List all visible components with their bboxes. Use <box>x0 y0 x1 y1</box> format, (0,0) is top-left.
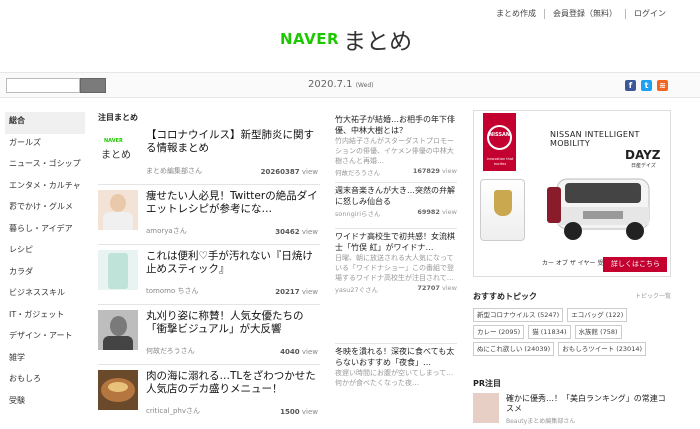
list-item[interactable]: NAVER まとめ 【コロナウイルス】新型肺炎に関する情報まとめ まとめ編集部さ… <box>98 124 320 184</box>
article-thumbnail <box>98 250 138 290</box>
nissan-ad-banner[interactable]: NISSAN innovation that excites NISSAN IN… <box>473 110 671 277</box>
ranking-list: 竹大祐子が結婚…お相手の年下俳優、中林大樹とは？ 竹内結子さんがスターダストプロ… <box>335 112 457 413</box>
list-item[interactable]: 冬映を潰れる！深夜に食べても太らないおすすめ「夜食」… 夜遅い時間にお腹が空いて… <box>335 343 457 413</box>
current-date: 2020.7.1 (Wed) <box>308 79 373 90</box>
article-thumbnail: NAVER まとめ <box>98 129 138 169</box>
article-desc: 竹内結子さんがスターダストプロモーションの俳優、イケメン俳優の中林大樹さんと再婚… <box>335 137 454 165</box>
pr-item[interactable]: 確かに優秀…！「美白ランキング」の常連コスメ Beautyまとめ編集部さん <box>473 393 671 427</box>
article-meta: yasu27ぐさん 72707 view <box>335 284 457 294</box>
list-item[interactable]: これは便利♡手が汚れない『日焼け止めスティック』 tomomo ちさん 2021… <box>98 244 320 304</box>
article-views: 4040 view <box>280 348 318 356</box>
pr-item-author: Beautyまとめ編集部さん <box>506 418 576 425</box>
topic-tag[interactable]: 水族館 (758) <box>574 325 622 339</box>
social-icons: f t ≋ <box>625 80 668 91</box>
article-title[interactable]: 【コロナウイルス】新型肺炎に関する情報まとめ <box>146 129 318 155</box>
ad-brand-text: NISSAN INTELLIGENT MOBILITY <box>550 130 640 148</box>
nissan-logo: NISSAN innovation that excites <box>483 113 516 171</box>
pr-title: PR注目 <box>473 379 502 388</box>
article-thumbnail <box>98 310 138 350</box>
pr-item-title[interactable]: 確かに優秀…！「美白ランキング」の常連コスメ <box>506 394 666 414</box>
list-item[interactable]: ワイドナ高校生で初共感！女流棋士「竹俣 紅」がワイドナ… 日曜、朝に放送される大… <box>335 228 457 343</box>
article-meta: 何故だろうさん 167829 view <box>335 167 457 177</box>
sidebar-item-gourmet[interactable]: おでかけ・グルメ <box>5 198 85 220</box>
article-author: まとめ編集部さん <box>146 167 202 175</box>
create-matome-link[interactable]: まとめ作成 <box>488 9 544 19</box>
sidebar-item-exam[interactable]: 受験 <box>5 392 85 414</box>
category-sidebar: 総合 ガールズ ニュース・ゴシップ エンタメ・カルチャー おでかけ・グルメ 暮ら… <box>5 112 85 413</box>
naver-logo-text: NAVER <box>280 30 340 48</box>
topics-tags: 新型コロナウイルス (5247) エコバッグ (122) カレー (2095) … <box>473 308 671 356</box>
sidebar-item-it[interactable]: IT・ガジェット <box>5 306 85 328</box>
topic-tag[interactable]: カレー (2095) <box>473 325 525 339</box>
article-views: 20217 view <box>275 288 318 296</box>
article-author: amoryaさん <box>146 227 187 235</box>
ad-bottom-text: カー オブ ザ イヤー 受賞 <box>542 260 610 267</box>
article-desc: 夜遅い時間にお腹が空いてしまって…何かが食べたくなった夜… <box>335 369 454 387</box>
topic-tag[interactable]: 新型コロナウイルス (5247) <box>473 308 564 322</box>
list-item[interactable]: 竹大祐子が結婚…お相手の年下俳優、中林大樹とは？ 竹内結子さんがスターダストプロ… <box>335 112 457 182</box>
award-badge-icon <box>480 179 525 241</box>
sidebar-item-girls[interactable]: ガールズ <box>5 134 85 156</box>
topic-tag[interactable]: エコバッグ (122) <box>567 308 628 322</box>
article-title[interactable]: ワイドナ高校生で初共感！女流棋士「竹俣 紅」がワイドナ… <box>335 231 457 253</box>
car-image <box>547 178 650 240</box>
search-bar: 2020.7.1 (Wed) f t ≋ <box>0 72 700 98</box>
sidebar-item-design[interactable]: デザイン・アート <box>5 327 85 349</box>
sidebar-item-news[interactable]: ニュース・ゴシップ <box>5 155 85 177</box>
article-title[interactable]: 丸刈り姿に称賛！人気女優たちの「衝撃ビジュアル」が大反響 <box>146 310 318 336</box>
list-item[interactable]: 週末音楽きんが大き…突然の弁解に怒しみ仙台る sonngiriらさん 69982 … <box>335 182 457 228</box>
article-meta: sonngiriらさん 69982 view <box>335 208 457 218</box>
sidebar-item-life[interactable]: 暮らし・アイデア <box>5 220 85 242</box>
sidebar-item-funny[interactable]: おもしろ <box>5 370 85 392</box>
topic-tag[interactable]: 猫 (11834) <box>528 325 571 339</box>
ad-model-name: DAYZ <box>625 148 661 162</box>
rss-icon[interactable]: ≋ <box>657 80 668 91</box>
article-title[interactable]: 冬映を潰れる！深夜に食べても太らないおすすめ「夜食」… <box>335 346 457 368</box>
topics-more-link[interactable]: トピック一覧 <box>635 291 671 300</box>
register-link[interactable]: 会員登録（無料） <box>544 9 625 19</box>
article-title[interactable]: 痩せたい人必見！Twitterの絶品ダイエットレシピが参考にな… <box>146 190 318 216</box>
search-input[interactable] <box>6 78 80 93</box>
article-thumbnail <box>98 190 138 230</box>
featured-list: NAVER まとめ 【コロナウイルス】新型肺炎に関する情報まとめ まとめ編集部さ… <box>98 124 320 424</box>
sidebar-item-body[interactable]: カラダ <box>5 263 85 285</box>
article-thumbnail <box>98 370 138 410</box>
topic-tag[interactable]: ぬにこれ欲しい (24039) <box>473 342 555 356</box>
ad-model-sub: 日産デイズ <box>631 163 656 169</box>
site-logo[interactable]: NAVER まとめ <box>280 22 412 56</box>
sidebar-item-trivia[interactable]: 雑学 <box>5 349 85 371</box>
sidebar-item-all[interactable]: 総合 <box>5 112 85 134</box>
matome-logo-text: まとめ <box>343 29 413 55</box>
date-text: 2020.7.1 <box>308 79 353 90</box>
facebook-icon[interactable]: f <box>625 80 636 91</box>
topic-tag[interactable]: おもしろツイート (23014) <box>558 342 647 356</box>
weekday-text: (Wed) <box>355 82 374 89</box>
sidebar-item-entertainment[interactable]: エンタメ・カルチャー <box>5 177 85 208</box>
article-title[interactable]: 肉の海に溺れる…TLをざわつかせた人気店のデカ盛りメニュー！ <box>146 370 318 396</box>
article-author: tomomo ちさん <box>146 287 199 295</box>
featured-section-title: 注目まとめ <box>98 113 138 122</box>
sidebar-item-recipe[interactable]: レシピ <box>5 241 85 263</box>
article-views: 30462 view <box>275 228 318 236</box>
pr-thumbnail <box>473 393 499 423</box>
article-title[interactable]: 竹大祐子が結婚…お相手の年下俳優、中林大樹とは？ <box>335 114 457 136</box>
article-title[interactable]: これは便利♡手が汚れない『日焼け止めスティック』 <box>146 250 318 276</box>
search-button[interactable] <box>80 78 106 93</box>
login-link[interactable]: ログイン <box>625 9 674 19</box>
list-item[interactable]: 肉の海に溺れる…TLをざわつかせた人気店のデカ盛りメニュー！ critical_… <box>98 364 320 424</box>
sidebar-item-business[interactable]: ビジネススキル <box>5 284 85 306</box>
list-item[interactable]: 痩せたい人必見！Twitterの絶品ダイエットレシピが参考にな… amoryaさ… <box>98 184 320 244</box>
topics-title: おすすめトピック <box>473 292 537 301</box>
article-title[interactable]: 週末音楽きんが大き…突然の弁解に怒しみ仙台る <box>335 185 457 207</box>
article-views: 20260387 view <box>260 168 318 176</box>
ad-cta-button[interactable]: 詳しくはこちら <box>603 257 667 272</box>
article-author: 何故だろうさん <box>146 347 195 355</box>
article-views: 1500 view <box>280 408 318 416</box>
twitter-icon[interactable]: t <box>641 80 652 91</box>
article-author: critical_phvさん <box>146 407 200 415</box>
article-desc: 日曜、朝に放送される大人気になっている「ワイドナショー」この番組で登場するワイド… <box>335 254 454 282</box>
header-links: まとめ作成 会員登録（無料） ログイン <box>488 9 674 19</box>
list-item[interactable]: 丸刈り姿に称賛！人気女優たちの「衝撃ビジュアル」が大反響 何故だろうさん 404… <box>98 304 320 364</box>
